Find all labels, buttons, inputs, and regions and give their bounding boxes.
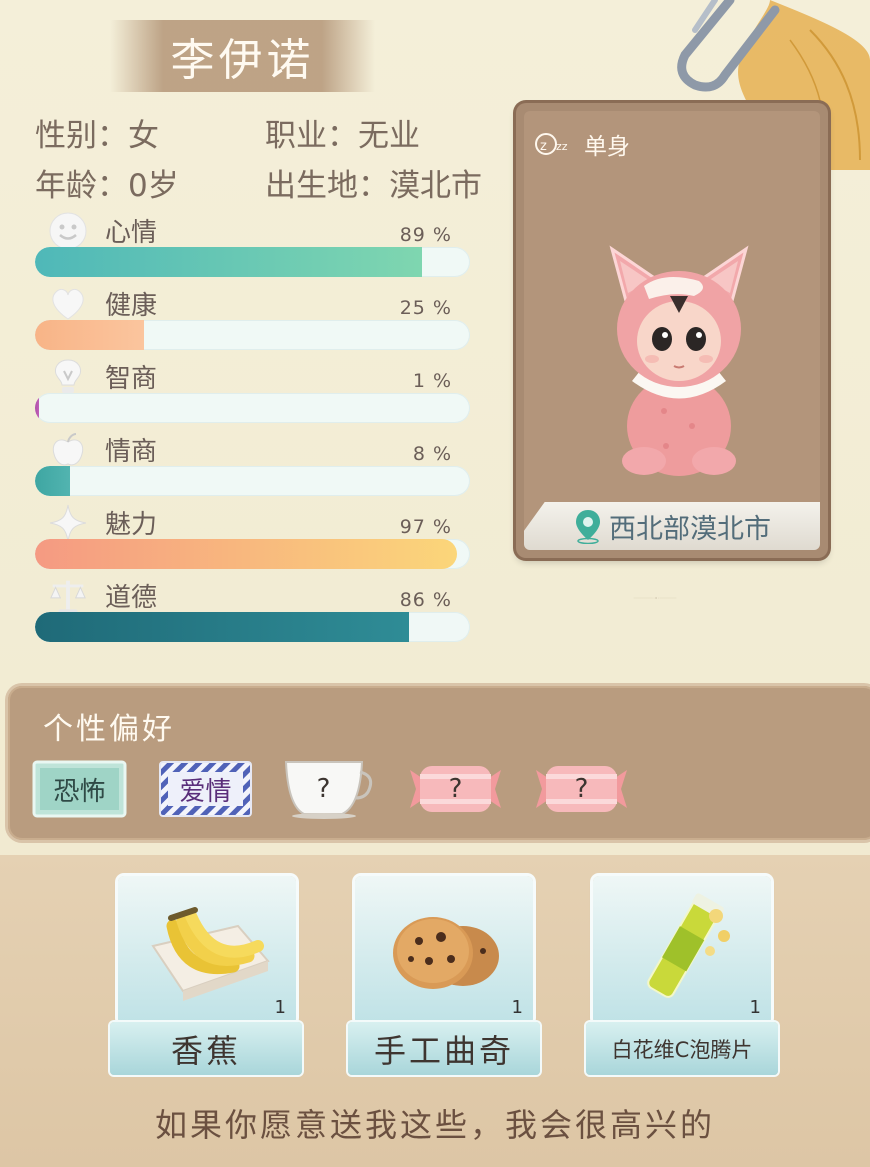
personality-title: 个性偏好 <box>43 712 175 747</box>
sparkle-icon <box>47 502 89 544</box>
stat-bar <box>35 393 470 423</box>
preference-tag-unknown-cup[interactable]: ? <box>282 758 377 820</box>
stat-label: 道德 <box>105 583 158 613</box>
name-banner: 李伊诺 <box>110 20 375 92</box>
lightbulb-icon <box>47 356 89 398</box>
smile-icon <box>47 210 89 252</box>
stat-bar-fill <box>35 320 144 350</box>
stat-eq: 情商 8 % <box>35 429 470 499</box>
gender-text: 性别：女 <box>35 118 159 154</box>
gift-item-banana[interactable]: 1 <box>118 876 296 1024</box>
cookie-icon <box>393 917 499 989</box>
stat-label: 心情 <box>105 218 158 248</box>
stat-percent: 8 % <box>412 443 452 465</box>
gift-name-label: 白花维C泡腾片 <box>586 1022 778 1075</box>
gift-count: 1 <box>274 997 286 1018</box>
heart-icon <box>47 283 89 325</box>
stat-morality: 道德 86 % <box>35 575 470 645</box>
banana-icon <box>151 907 270 1001</box>
preference-tag-label: ? <box>316 774 331 804</box>
stat-bar-fill <box>35 247 423 277</box>
map-pin-icon <box>576 510 600 544</box>
stat-mood: 心情 89 % <box>35 210 470 280</box>
preference-tag-label: 爱情 <box>179 776 232 807</box>
preference-tag-unknown-candy[interactable]: ? <box>534 758 629 820</box>
stat-bar <box>35 612 470 642</box>
gift-count: 1 <box>511 997 523 1018</box>
stat-percent: 86 % <box>399 589 452 611</box>
stat-bar-fill <box>35 612 410 642</box>
relationship-status-text: 单身 <box>584 134 630 160</box>
sleep-icon: z zz <box>535 133 568 155</box>
character-name: 李伊诺 <box>170 35 315 86</box>
gift-item-vitamin-c[interactable]: 1 <box>593 876 771 1024</box>
baby-character-avatar <box>609 245 749 476</box>
svg-text:zz: zz <box>556 140 568 153</box>
location-strip: 西北部漠北市 <box>524 502 820 550</box>
apple-icon <box>47 429 89 471</box>
stat-percent: 1 % <box>412 370 452 392</box>
preference-tag-label: ? <box>574 774 589 804</box>
gift-count: 1 <box>749 997 761 1018</box>
stat-bar <box>35 539 470 569</box>
stat-label: 智商 <box>105 364 158 394</box>
gift-name-label: 手工曲奇 <box>348 1022 540 1075</box>
stat-percent: 97 % <box>399 516 452 538</box>
ornament-divider <box>633 597 677 599</box>
gift-item-cookie[interactable]: 1 <box>355 876 533 1024</box>
stat-health: 健康 25 % <box>35 283 470 353</box>
stat-charm: 魅力 97 % <box>35 502 470 572</box>
stat-bar-fill <box>35 466 70 496</box>
preference-tag-unknown-candy[interactable]: ? <box>408 758 503 820</box>
vitamin-tube-icon <box>647 893 730 998</box>
character-card-inner: z zz 单身 西北部漠北市 <box>524 111 820 550</box>
stat-bar <box>35 247 470 277</box>
stat-bar-fill <box>35 539 457 569</box>
gift-name-label: 香蕉 <box>110 1022 302 1075</box>
stat-bar-fill <box>35 393 40 423</box>
scales-icon <box>47 575 89 617</box>
stat-bar <box>35 466 470 496</box>
profile-panel: 李伊诺 性别：女 职业：无业 年龄：0岁 出生地：漠北市 心情 89 % 健康 … <box>0 0 870 690</box>
preference-tag-label: ? <box>448 774 463 804</box>
stat-percent: 25 % <box>399 297 452 319</box>
character-card[interactable]: z zz 单身 西北部漠北市 <box>516 103 828 558</box>
stat-iq: 智商 1 % <box>35 356 470 426</box>
preference-tag-label: 恐怖 <box>53 776 106 807</box>
gift-request-message: 如果你愿意送我这些，我会很高兴的 <box>154 1106 715 1144</box>
stat-bar <box>35 320 470 350</box>
location-text: 西北部漠北市 <box>609 513 771 545</box>
stat-label: 健康 <box>105 291 158 321</box>
preference-tag-romance[interactable]: 爱情 <box>158 758 253 820</box>
age-text: 年龄：0岁 <box>35 168 179 204</box>
stat-percent: 89 % <box>399 224 452 246</box>
relationship-status: z zz 单身 <box>534 127 630 161</box>
svg-text:z: z <box>540 139 547 154</box>
stat-label: 魅力 <box>105 510 158 540</box>
stat-label: 情商 <box>105 437 158 467</box>
preference-tag-horror[interactable]: 恐怖 <box>32 758 127 820</box>
birthplace-text: 出生地：漠北市 <box>265 168 482 204</box>
job-text: 职业：无业 <box>265 118 420 154</box>
